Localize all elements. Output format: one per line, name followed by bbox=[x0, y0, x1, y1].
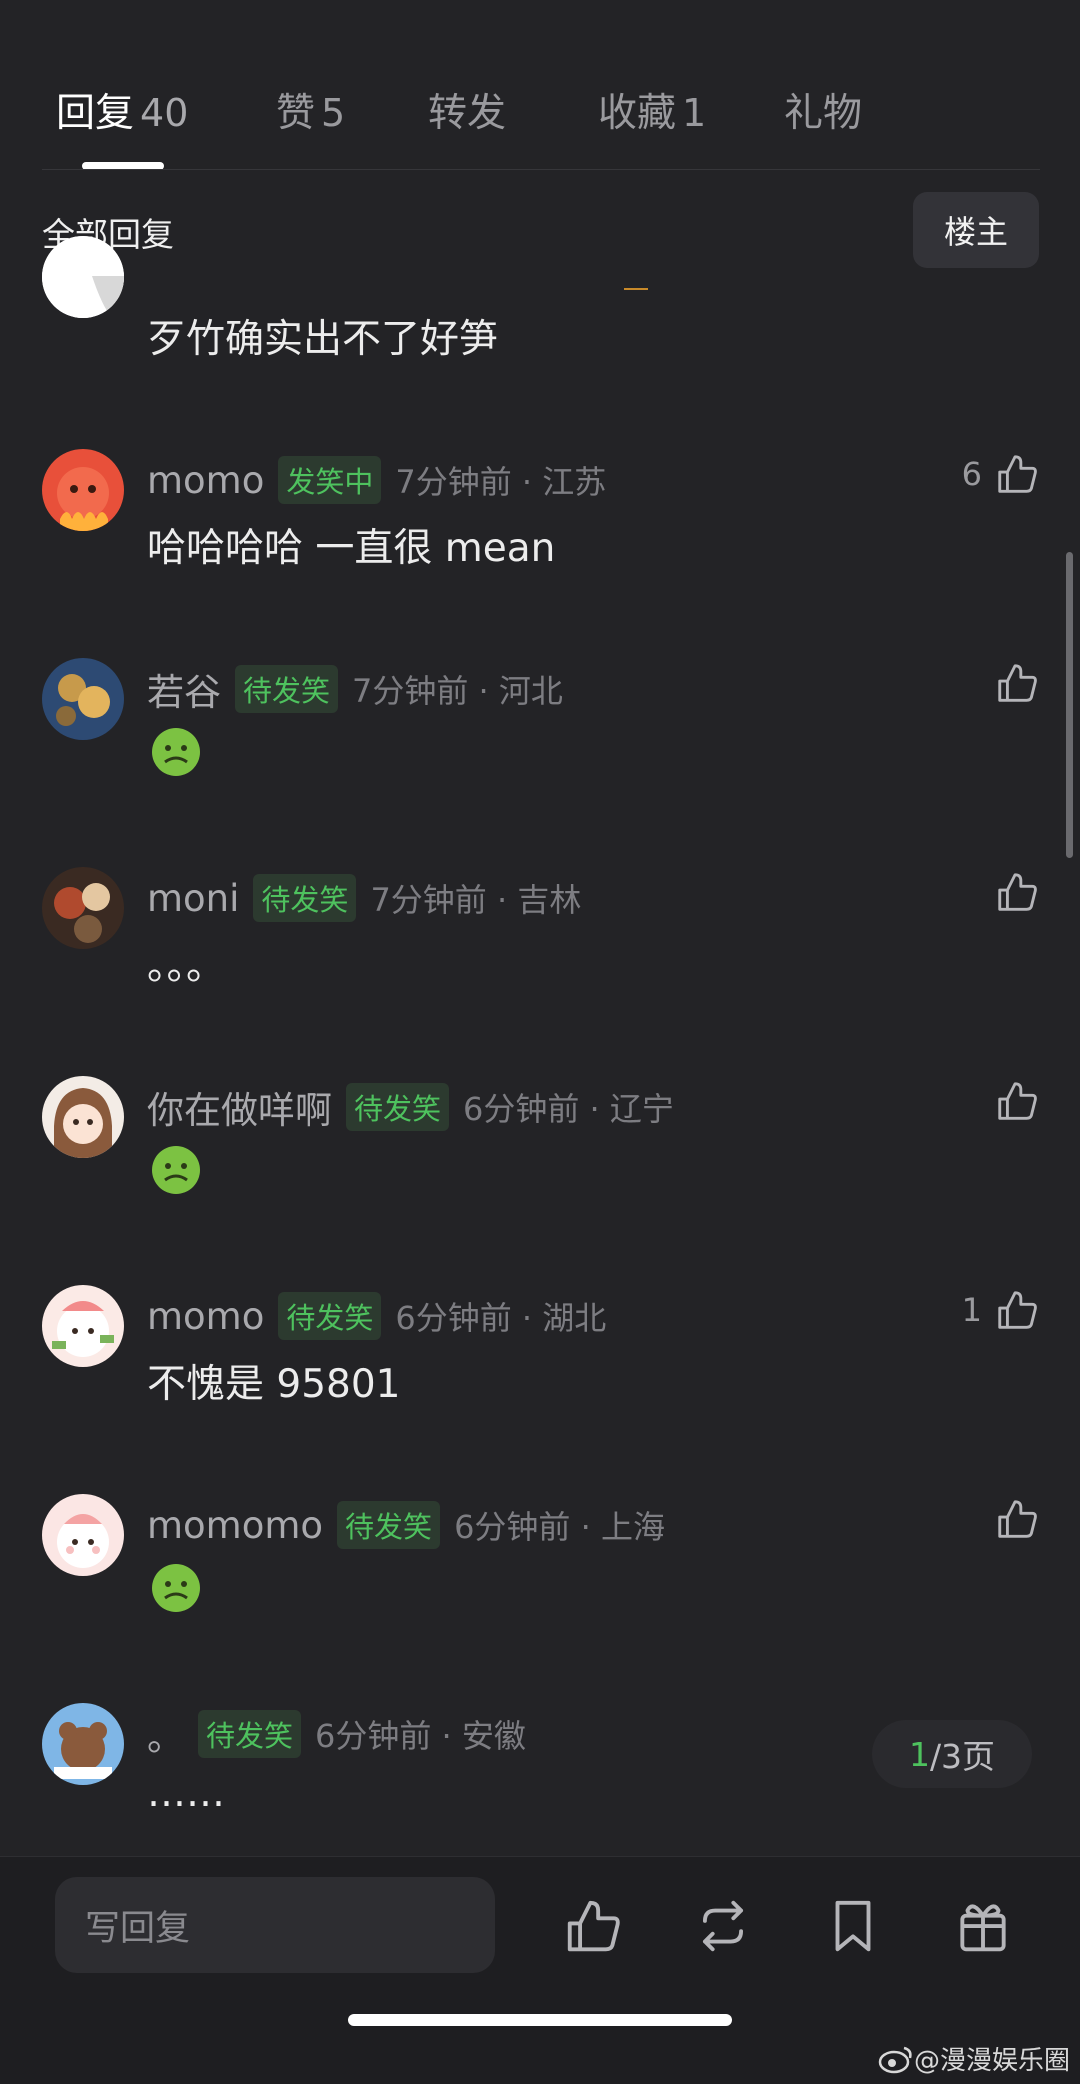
comment-item: 你在做咩啊 待发笑 6分钟前 · 辽宁 bbox=[0, 1076, 1080, 1256]
watermark: @漫漫娱乐圈 bbox=[878, 2040, 1070, 2077]
comment-item: moni 待发笑 7分钟前 · 吉林 。。。 bbox=[0, 867, 1080, 1047]
like-button[interactable] bbox=[982, 1496, 1040, 1542]
username[interactable]: momo bbox=[147, 459, 264, 502]
avatar[interactable] bbox=[42, 1285, 124, 1367]
like-icon[interactable] bbox=[562, 1895, 624, 1957]
like-button[interactable] bbox=[982, 1078, 1040, 1124]
tab-reposts[interactable]: 转发 bbox=[428, 82, 512, 142]
orange-mark bbox=[624, 288, 648, 290]
thumbs-up-icon bbox=[998, 455, 1037, 493]
avatar[interactable] bbox=[42, 236, 124, 318]
thumbs-up-icon bbox=[998, 664, 1037, 702]
partial-comment: 歹竹确实出不了好笋 bbox=[0, 236, 1080, 366]
tab-favorites-label: 收藏 bbox=[598, 91, 677, 136]
current-page: 1 bbox=[908, 1734, 930, 1774]
thumbs-up-icon bbox=[998, 1291, 1037, 1329]
username[interactable]: 若谷 bbox=[147, 662, 221, 716]
tab-reposts-label: 转发 bbox=[428, 91, 507, 136]
comment-meta: momomo 待发笑 6分钟前 · 上海 bbox=[147, 1500, 665, 1550]
thumbs-up-icon bbox=[998, 873, 1037, 911]
page-indicator[interactable]: 1/3页 bbox=[872, 1720, 1032, 1788]
tab-gifts-label: 礼物 bbox=[784, 91, 863, 136]
avatar[interactable] bbox=[42, 1703, 124, 1785]
tab-gifts[interactable]: 礼物 bbox=[784, 82, 868, 142]
tab-favorites[interactable]: 收藏 1 bbox=[598, 82, 706, 142]
comment-text: 。。。 bbox=[147, 944, 226, 989]
avatar[interactable] bbox=[42, 658, 124, 740]
comment-text: 歹竹确实出不了好笋 bbox=[147, 317, 499, 362]
like-button[interactable]: 1 bbox=[962, 1287, 1040, 1333]
comment-meta: 你在做咩啊 待发笑 6分钟前 · 辽宁 bbox=[147, 1082, 674, 1132]
scrollbar[interactable] bbox=[1066, 552, 1073, 858]
like-button[interactable] bbox=[982, 869, 1040, 915]
comment-text: …… bbox=[147, 1771, 225, 1816]
tab-bar: 回复 40 赞5 转发 收藏 1 礼物 bbox=[0, 0, 1080, 170]
owner-filter-button[interactable]: 楼主 bbox=[913, 192, 1039, 268]
tabs-divider bbox=[42, 169, 1040, 170]
status-badge: 待发笑 bbox=[253, 874, 357, 922]
comment-item: 若谷 待发笑 7分钟前 · 河北 bbox=[0, 658, 1080, 838]
status-badge: 发笑中 bbox=[278, 456, 382, 504]
reply-input[interactable]: 写回复 bbox=[55, 1877, 495, 1973]
tab-likes[interactable]: 赞5 bbox=[276, 82, 345, 142]
comment-meta: 若谷 待发笑 7分钟前 · 河北 bbox=[147, 664, 563, 714]
timestamp-location: 7分钟前 · 河北 bbox=[352, 672, 563, 710]
nauseated-face-icon bbox=[152, 1564, 200, 1612]
status-badge: 待发笑 bbox=[346, 1083, 450, 1131]
home-indicator bbox=[348, 2014, 732, 2026]
status-badge: 待发笑 bbox=[278, 1292, 382, 1340]
avatar[interactable] bbox=[42, 867, 124, 949]
timestamp-location: 6分钟前 · 湖北 bbox=[395, 1299, 607, 1337]
repost-icon[interactable] bbox=[692, 1895, 754, 1957]
timestamp-location: 6分钟前 · 安徽 bbox=[315, 1717, 526, 1755]
status-badge: 待发笑 bbox=[337, 1501, 441, 1549]
comment-meta: moni 待发笑 7分钟前 · 吉林 bbox=[147, 873, 581, 923]
comment-item: momo 待发笑 6分钟前 · 湖北 不愧是 95801 1 bbox=[0, 1285, 1080, 1465]
gift-icon[interactable] bbox=[952, 1895, 1014, 1957]
thumbs-up-icon bbox=[998, 1082, 1037, 1120]
like-button[interactable]: 6 bbox=[962, 451, 1040, 497]
comment-meta: momo 待发笑 6分钟前 · 湖北 bbox=[147, 1291, 606, 1341]
avatar[interactable] bbox=[42, 1076, 124, 1158]
username[interactable]: moni bbox=[147, 877, 239, 920]
weibo-logo-icon bbox=[878, 2046, 912, 2073]
timestamp-location: 7分钟前 · 吉林 bbox=[370, 881, 582, 919]
like-button[interactable] bbox=[982, 660, 1040, 706]
status-badge: 待发笑 bbox=[235, 665, 339, 713]
status-badge: 待发笑 bbox=[198, 1710, 302, 1758]
comment-meta: momo 发笑中 7分钟前 · 江苏 bbox=[147, 455, 606, 505]
avatar[interactable] bbox=[42, 1494, 124, 1576]
comment-meta: 。 待发笑 6分钟前 · 安徽 bbox=[147, 1709, 526, 1759]
tab-replies-count: 40 bbox=[140, 91, 189, 135]
total-pages: /3页 bbox=[929, 1737, 996, 1776]
avatar[interactable] bbox=[42, 449, 124, 531]
comment-text: 哈哈哈哈 一直很 mean bbox=[147, 526, 556, 571]
comment-item: momo 发笑中 7分钟前 · 江苏 哈哈哈哈 一直很 mean 6 bbox=[0, 449, 1080, 629]
like-count: 6 bbox=[961, 455, 982, 493]
bookmark-icon[interactable] bbox=[822, 1895, 884, 1957]
username[interactable]: momomo bbox=[147, 1504, 323, 1547]
like-count: 1 bbox=[961, 1291, 982, 1329]
timestamp-location: 6分钟前 · 辽宁 bbox=[463, 1090, 674, 1128]
username[interactable]: 。 bbox=[147, 1707, 184, 1761]
watermark-text: @漫漫娱乐圈 bbox=[913, 2046, 1070, 2076]
tab-likes-label: 赞 bbox=[276, 91, 316, 136]
nauseated-face-icon bbox=[152, 1146, 200, 1194]
tab-favorites-count: 1 bbox=[682, 91, 707, 135]
comment-text: 不愧是 95801 bbox=[147, 1362, 401, 1407]
comment-item: momomo 待发笑 6分钟前 · 上海 bbox=[0, 1494, 1080, 1674]
timestamp-location: 7分钟前 · 江苏 bbox=[395, 463, 607, 501]
tab-likes-count: 5 bbox=[321, 91, 346, 135]
tab-replies-label: 回复 bbox=[56, 91, 135, 136]
tab-replies[interactable]: 回复 40 bbox=[56, 82, 188, 142]
username[interactable]: 你在做咩啊 bbox=[147, 1080, 332, 1134]
username[interactable]: momo bbox=[147, 1295, 264, 1338]
nauseated-face-icon bbox=[152, 728, 200, 776]
thumbs-up-icon bbox=[998, 1500, 1037, 1538]
timestamp-location: 6分钟前 · 上海 bbox=[454, 1508, 665, 1546]
